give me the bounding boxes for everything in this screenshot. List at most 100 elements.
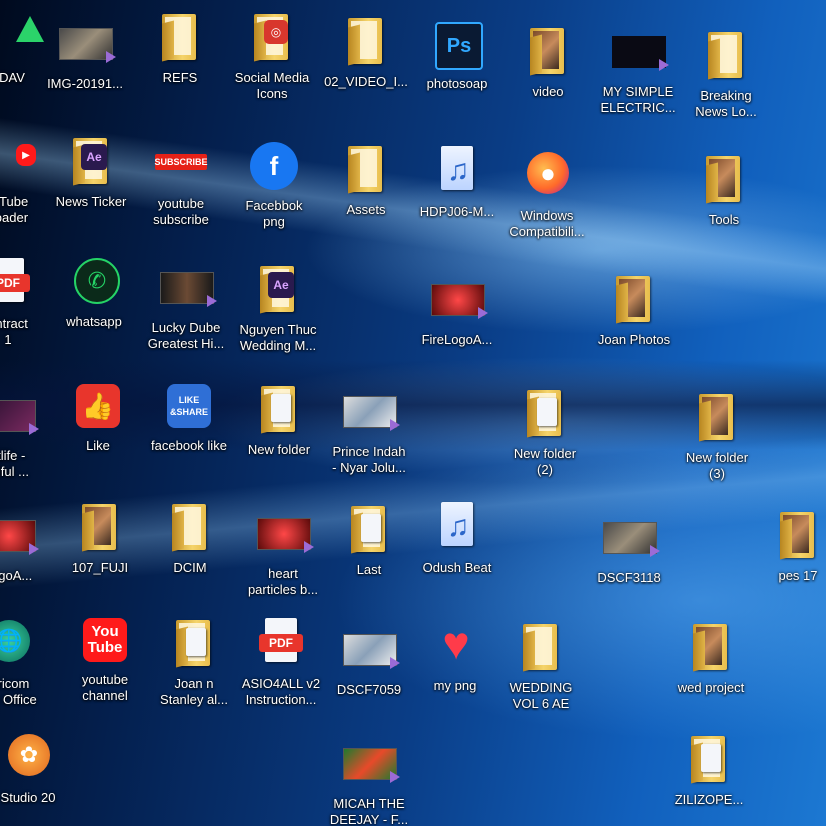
desktop-icon-glyph (518, 24, 578, 80)
desktop-icon-label: Odush Beat (422, 560, 492, 575)
document-icon (361, 514, 381, 542)
desktop-icon-label: facebook like (151, 438, 227, 453)
desktop-icon[interactable]: Ae News Ticker (41, 134, 141, 210)
desktop-icon[interactable]: IMG-20191... (35, 16, 135, 92)
desktop-icon[interactable]: MY SIMPLE ELECTRIC... (588, 24, 688, 116)
desktop-icon-label: ASIO4ALL v2 Instruction... (241, 676, 321, 707)
desktop-icon-label: youtube channel (81, 672, 129, 703)
desktop-icon-label: ZILIZOPE... (674, 792, 744, 807)
document-icon (701, 744, 721, 772)
desktop-icon-glyph (768, 508, 826, 564)
desktop-icon[interactable]: PDF ASIO4ALL v2 Instruction... (231, 616, 331, 708)
desktop-icon-label: Like (86, 438, 110, 453)
desktop-icon-glyph: ✿ (0, 730, 58, 786)
desktop-icon[interactable]: Joan n Stanley al... (144, 616, 244, 708)
folder-icon (708, 32, 742, 78)
desktop-icon[interactable]: f Facebbok png (224, 138, 324, 230)
desktop-icon[interactable]: ♫ HDPJ06-M... (407, 144, 507, 220)
desktop-icon[interactable]: Tools (674, 152, 774, 228)
desktop-icon[interactable]: New folder (3) (667, 390, 767, 482)
desktop-icon[interactable]: ZILIZOPE... (659, 732, 759, 808)
desktop-icon-glyph: LIKE &SHARE (159, 378, 219, 434)
desktop-icon[interactable]: WEDDING VOL 6 AE (491, 620, 591, 712)
desktop-icon[interactable]: FireLogoA... (407, 272, 507, 348)
desktop-icon[interactable]: Ae Nguyen Thuc Wedding M... (228, 262, 328, 354)
document-icon (186, 628, 206, 656)
desktop-icon[interactable]: New folder (229, 382, 329, 458)
desktop-icon[interactable]: New folder (2) (495, 386, 595, 478)
desktop-icon-glyph: ✆ (64, 254, 124, 310)
desktop-icon-glyph: ▶ (0, 134, 40, 190)
desktop-icon-label: Nguyen Thuc Wedding M... (239, 322, 317, 353)
desktop-icon-glyph (336, 142, 396, 198)
desktop-icon[interactable]: ◎ Social Media Icons (222, 10, 322, 102)
desktop-icon-label: New folder (247, 442, 311, 457)
desktop-icon[interactable]: DSCF7059 (319, 622, 419, 698)
desktop-icon-label: heart particles b... (247, 566, 319, 597)
desktop-icon-glyph: ♫ (427, 500, 487, 556)
desktop-icon-label: New folder (2) (513, 446, 577, 477)
desktop-icon-glyph: 👍 (68, 378, 128, 434)
desktop-icon-label: MY SIMPLE ELECTRIC... (600, 84, 676, 115)
desktop-icon[interactable]: Assets (316, 142, 416, 218)
desktop-icon[interactable]: 107_FUJI (50, 500, 150, 576)
desktop-icon-glyph: f (244, 138, 304, 194)
video-thumbnail-icon (0, 520, 39, 555)
video-thumbnail-icon (431, 284, 488, 319)
image-thumbnail-icon (603, 522, 660, 557)
desktop-icon-label: MICAH THE DEEJAY - F... (329, 796, 409, 826)
desktop-icon[interactable]: SUBSCRIBE youtube subscribe (131, 136, 231, 228)
video-thumbnail-icon (0, 400, 39, 435)
desktop-icon[interactable]: ✿ Studio 20 (0, 730, 78, 806)
desktop-icon-label: DSCF3118 (597, 570, 661, 585)
desktop-icon-glyph: ♥ (425, 617, 485, 674)
desktop-icon-label: Joan n Stanley al... (160, 676, 228, 707)
desktop-icon-glyph: SUBSCRIBE (151, 136, 211, 192)
desktop-icon-glyph (160, 500, 220, 556)
folder-icon (348, 18, 382, 64)
desktop-icon[interactable]: DCIM (140, 500, 240, 576)
instagram-icon: ◎ (264, 20, 288, 44)
desktop-icon[interactable]: ✆ whatsapp (44, 254, 144, 330)
desktop-icon[interactable]: 🌐 faricom bile Office (0, 616, 58, 708)
desktop-icon[interactable]: heart particles b... (233, 506, 333, 598)
desktop-icon[interactable]: Ps photosoap (407, 16, 507, 92)
folder-icon (693, 624, 727, 670)
folder-icon (780, 512, 814, 558)
after-effects-icon: Ae (81, 144, 107, 170)
desktop-icon-label: REFS (162, 70, 198, 85)
desktop-icon[interactable]: Lucky Dube Greatest Hi... (136, 260, 236, 352)
desktop-icon[interactable]: Last (319, 502, 419, 578)
desktop-icon-label: WEDDING VOL 6 AE (509, 680, 573, 711)
desktop-icon[interactable]: ♫ Odush Beat (407, 500, 507, 576)
desktop-icon[interactable]: video (498, 24, 598, 100)
desktop-icon-label: Prince Indah - Nyar Jolu... (332, 444, 406, 475)
youtube-icon: You Tube (83, 618, 127, 662)
desktop-icon[interactable]: wed project (661, 620, 761, 696)
desktop-icon-glyph (515, 386, 575, 442)
desktop-icon[interactable]: pes 17 (748, 508, 826, 584)
desktop-icon[interactable]: REFS (130, 10, 230, 86)
desktop-icon[interactable]: ● Windows Compatibili... (497, 148, 597, 240)
desktop-icon[interactable]: Joan Photos (584, 272, 684, 348)
video-thumbnail-icon (160, 272, 217, 307)
desktop-icon[interactable]: Breaking News Lo... (676, 28, 776, 120)
desktop-icon[interactable]: You Tube youtube channel (55, 612, 155, 704)
folder-icon (162, 14, 196, 60)
desktop-icon-label: whatsapp (66, 314, 122, 329)
desktop-icon[interactable]: LIKE &SHARE facebook like (139, 378, 239, 454)
desktop-icon[interactable]: 02_VIDEO_I... (316, 14, 416, 90)
desktop-icon-glyph: ◎ (242, 10, 302, 66)
desktop[interactable]: DAV IMG-20191... REFS ◎ Social Media Icons 02… (0, 0, 826, 826)
desktop-icon[interactable]: ♥ my png (405, 617, 505, 694)
desktop-icon-label: Social Media Icons (234, 70, 310, 101)
desktop-icon[interactable]: MICAH THE DEEJAY - F... (319, 736, 419, 826)
desktop-icon[interactable]: DSCF3118 (579, 510, 679, 586)
thumbs-up-icon: 👍 (76, 384, 120, 428)
folder-icon (523, 624, 557, 670)
desktop-icon[interactable]: Prince Indah - Nyar Jolu... (319, 384, 419, 476)
like-share-icon: LIKE &SHARE (167, 384, 211, 428)
whatsapp-icon: ✆ (74, 258, 120, 304)
desktop-icon-glyph (608, 24, 669, 80)
desktop-icon[interactable]: 👍 Like (48, 378, 148, 454)
